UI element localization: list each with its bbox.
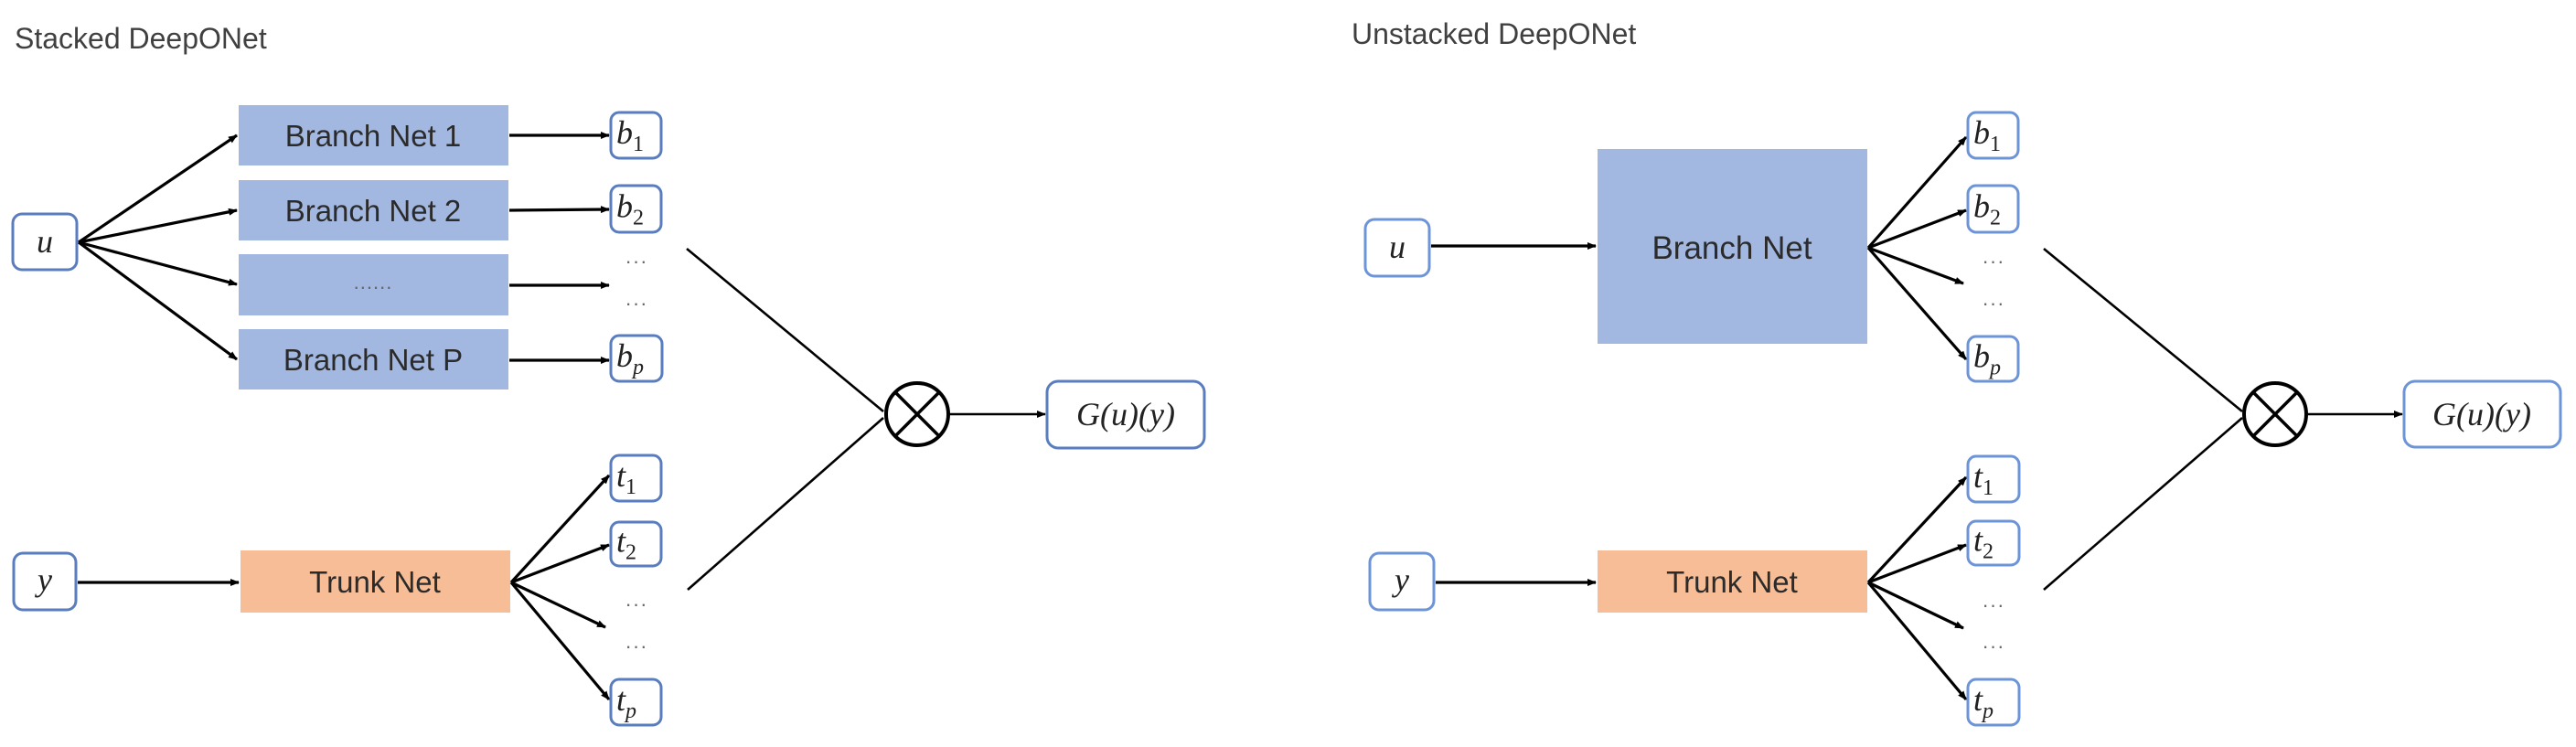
unstacked-input-u: u <box>1363 218 1431 278</box>
edge-trunk-to-product <box>2043 417 2243 591</box>
input-y-label: y <box>35 561 52 598</box>
stacked-u-edges <box>78 133 238 361</box>
edge-trunk-to-dots <box>1867 581 1964 630</box>
trunk-net-label: Trunk Net <box>1666 565 1798 599</box>
unstacked-trunk-output-edges <box>1866 475 1968 701</box>
stacked-t-ellipsis-1: ··· <box>625 592 648 615</box>
edge-trunk-to-t1 <box>1866 475 1968 584</box>
branch-net-2-label: Branch Net 2 <box>285 194 462 228</box>
branch-net-p-label: Branch Net P <box>283 343 463 377</box>
output-G-label: G(u)(y) <box>2432 396 2531 432</box>
unstacked-output-G: G(u)(y) <box>2402 379 2562 449</box>
trunk-net-label: Trunk Net <box>309 565 441 599</box>
unstacked-b-ellipsis-1: ··· <box>1983 250 2005 272</box>
unstacked-b-ellipsis-2: ··· <box>1983 292 2005 315</box>
edge-trunk-to-t2 <box>510 543 610 584</box>
stacked-title: Stacked DeepONet <box>15 22 267 55</box>
stacked-branch-net-2: Branch Net 2 <box>239 180 508 240</box>
stacked-b-ellipsis-2: ··· <box>625 292 648 315</box>
edge-trunk-to-t1 <box>509 474 611 584</box>
stacked-b-ellipsis-1: ··· <box>625 250 648 272</box>
unstacked-output-tp: tp <box>1966 678 2021 727</box>
stacked-output-t1: t1 <box>609 454 663 503</box>
unstacked-output-b2: b2 <box>1966 184 2020 234</box>
stacked-product-operator <box>884 381 950 447</box>
stacked-trunk-output-edges <box>509 474 611 701</box>
stacked-t-ellipsis-2: ··· <box>625 635 648 657</box>
edge-branch-2-to-b2 <box>508 206 610 214</box>
stacked-output-G: G(u)(y) <box>1045 379 1206 450</box>
unstacked-title: Unstacked DeepONet <box>1352 17 1636 50</box>
branch-net-label: Branch Net <box>1651 230 1812 266</box>
edge-trunk-to-product <box>687 417 884 591</box>
stacked-output-b1: b1 <box>609 111 663 160</box>
stacked-output-b2: b2 <box>609 184 663 234</box>
edge-branch-to-bp <box>1866 246 1968 361</box>
stacked-branch-net-dots: ...... <box>239 254 508 315</box>
stacked-output-t2: t2 <box>609 520 663 568</box>
edge-trunk-to-tp <box>1866 581 1968 701</box>
stacked-input-u: u <box>11 212 79 272</box>
unstacked-branch-output-edges <box>1866 135 1968 361</box>
branch-net-1-label: Branch Net 1 <box>285 119 462 153</box>
input-u-label: u <box>1389 229 1406 265</box>
edge-u-to-branch-p <box>78 240 238 361</box>
input-u-label: u <box>37 223 53 260</box>
unstacked-product-operator <box>2242 381 2308 447</box>
unstacked-trunk-net: Trunk Net <box>1598 550 1867 613</box>
unstacked-output-b1: b1 <box>1966 111 2020 160</box>
stacked-output-bp: bp <box>609 334 664 383</box>
edge-branch-to-b1 <box>1866 135 1968 250</box>
unstacked-branch-net: Branch Net <box>1598 149 1867 344</box>
edge-trunk-to-tp <box>509 581 611 701</box>
edge-trunk-to-t2 <box>1867 543 1967 584</box>
edge-branch-to-product <box>686 247 884 413</box>
unstacked-input-y: y <box>1368 551 1436 612</box>
edge-branch-to-product <box>2043 247 2243 413</box>
stacked-branch-net-p: Branch Net P <box>239 329 508 390</box>
unstacked-output-t1: t1 <box>1966 454 2021 504</box>
unstacked-output-bp: bp <box>1966 335 2020 383</box>
input-y-label: y <box>1392 561 1409 598</box>
edge-u-to-branch-dots <box>78 240 238 286</box>
stacked-branch-net-1: Branch Net 1 <box>239 105 508 165</box>
unstacked-t-ellipsis-2: ··· <box>1983 635 2005 657</box>
stacked-output-tp: tp <box>609 678 663 727</box>
stacked-input-y: y <box>12 551 78 612</box>
branch-net-dots-label: ...... <box>354 271 393 293</box>
unstacked-deeponet-diagram: Unstacked DeepONet u Branch Net b1 b2 ··… <box>1352 17 2562 727</box>
unstacked-output-t2: t2 <box>1966 519 2021 567</box>
unstacked-t-ellipsis-1: ··· <box>1983 593 2005 616</box>
output-G-label: G(u)(y) <box>1076 396 1175 432</box>
edge-trunk-to-dots <box>510 581 606 629</box>
stacked-branch-output-edges <box>508 132 610 364</box>
stacked-deeponet-diagram: Stacked DeepONet u Branch Net 1 Branch N… <box>11 22 1206 727</box>
stacked-trunk-net: Trunk Net <box>240 550 510 613</box>
deeponet-figure: Stacked DeepONet u Branch Net 1 Branch N… <box>11 17 2562 727</box>
